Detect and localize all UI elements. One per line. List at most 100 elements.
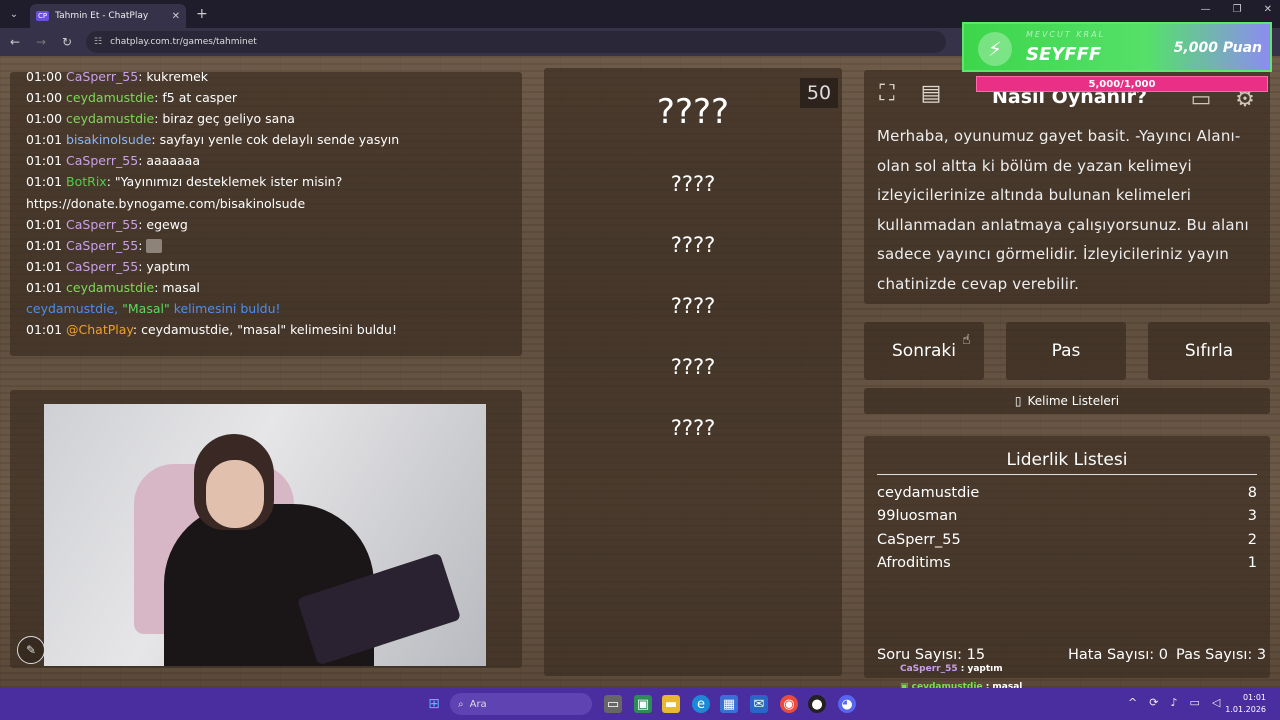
chat-time: 01:00 <box>26 90 63 106</box>
back-arrow-icon[interactable]: ← <box>8 35 22 49</box>
king-name: SEYFFF <box>1026 44 1102 65</box>
chat-time: 01:01 <box>26 279 63 295</box>
chat-message: 01:01 CaSperr_55: <box>26 235 506 256</box>
leaderboard-row: ceydamustdie 8 <box>877 485 1257 501</box>
emote-icon <box>146 239 163 254</box>
window-controls: — ❐ ✕ <box>1201 4 1272 15</box>
leaderboard-row: CaSperr_55 2 <box>877 532 1257 548</box>
chat-message: 01:01 bisakinolsude: sayfayı yenle cok d… <box>26 129 506 150</box>
reset-button[interactable]: Sıfırla <box>1148 322 1270 380</box>
chat-user[interactable]: ceydamustdie <box>66 111 154 126</box>
microphone-icon[interactable]: ♪ <box>1170 696 1177 709</box>
mouse-cursor-icon: ☝ <box>962 332 971 348</box>
overlay-chat-user: CaSperr_55 <box>900 664 958 674</box>
error-count: Hata Sayısı: 0 <box>1068 647 1168 663</box>
chat-list: 01:00 CaSperr_55: kukremek 01:00 ceydamus… <box>26 72 506 298</box>
edge-icon[interactable]: e <box>692 695 710 713</box>
maximize-icon[interactable]: ❐ <box>1233 4 1242 15</box>
chat-time: 01:01 <box>26 216 63 232</box>
king-points: 5,000 Puan <box>1173 40 1262 56</box>
sync-icon[interactable]: ⟳ <box>1149 696 1158 709</box>
current-king-overlay: ⚡ MEVCUT KRAL SEYFFF 5,000 Puan <box>962 22 1272 72</box>
reload-icon[interactable]: ↻ <box>60 35 74 49</box>
discord-icon[interactable]: ◕ <box>838 695 856 713</box>
chat-text: : kukremek <box>138 72 209 84</box>
chat-text: : masal <box>154 279 200 295</box>
king-progress-bar: 5,000/1,000 <box>976 76 1268 92</box>
notes-icon[interactable]: ▤ <box>916 78 946 108</box>
system-text: kelimesini buldu! <box>169 301 281 317</box>
chat-time: 01:01 <box>26 322 63 338</box>
chrome-icon[interactable]: ◉ <box>780 695 798 713</box>
chat-user[interactable]: bisakinolsude <box>66 132 151 147</box>
chat-user[interactable]: CaSperr_55 <box>66 217 138 232</box>
main-word: ???? <box>656 92 730 132</box>
pencil-icon[interactable]: ✎ <box>17 636 45 664</box>
site-info-icon[interactable]: ☷ <box>94 37 102 47</box>
chat-user[interactable]: CaSperr_55 <box>66 238 138 253</box>
chat-text: : aaaaaaa <box>138 153 200 169</box>
chat-time: 01:01 <box>26 174 63 190</box>
windows-start-icon[interactable]: ⊞ <box>426 696 442 712</box>
widgets-icon[interactable]: ▣ <box>634 695 652 713</box>
leader-score: 2 <box>1247 532 1257 548</box>
tab-favicon: CP <box>36 11 50 21</box>
taboo-word: ???? <box>670 172 716 196</box>
close-window-icon[interactable]: ✕ <box>1264 4 1272 15</box>
new-tab-plus-icon[interactable]: + <box>196 6 208 22</box>
chat-time: 01:00 <box>26 72 63 84</box>
chat-time: 01:01 <box>26 258 63 274</box>
chat-user[interactable]: ceydamustdie <box>66 280 154 295</box>
chat-message-last: 01:01 @ChatPlay: ceydamustdie, "masal" k… <box>26 319 506 340</box>
overlay-chat-line-1: CaSperr_55 : yaptım <box>900 664 1003 674</box>
chat-user[interactable]: CaSperr_55 <box>66 259 138 274</box>
chat-message: 01:00 CaSperr_55: kukremek <box>26 72 506 87</box>
leader-name: ceydamustdie <box>877 485 980 501</box>
chat-user[interactable]: CaSperr_55 <box>66 153 138 168</box>
pass-button[interactable]: Pas <box>1006 322 1126 380</box>
browser-tab[interactable]: CP Tahmin Et - ChatPlay ✕ <box>30 4 186 28</box>
chat-message: 01:00 ceydamustdie: f5 at casper <box>26 87 506 108</box>
leader-name: CaSperr_55 <box>877 532 961 548</box>
chat-text: : <box>138 237 147 253</box>
volume-icon[interactable]: ◁ <box>1212 696 1220 709</box>
tray-chevron-up-icon[interactable]: ^ <box>1128 696 1137 709</box>
leaderboard-row: 99luosman 3 <box>877 508 1257 524</box>
chat-user: @ChatPlay <box>66 322 133 338</box>
fullscreen-expand-icon[interactable]: ⛶ <box>872 78 902 108</box>
obs-icon[interactable]: ● <box>808 695 826 713</box>
taboo-word: ???? <box>670 416 716 440</box>
chat-message: 01:01 CaSperr_55: egewg <box>26 214 506 235</box>
taskbar-clock[interactable]: 01:01 1.01.2026 <box>1225 692 1266 716</box>
store-icon[interactable]: ▦ <box>720 695 738 713</box>
next-button[interactable]: Sonraki <box>864 322 984 380</box>
chat-user[interactable]: BotRix <box>66 174 107 189</box>
mail-icon[interactable]: ✉ <box>750 695 768 713</box>
chat-panel: 01:00 CaSperr_55: kukremek 01:00 ceydamus… <box>10 72 522 356</box>
leader-name: 99luosman <box>877 508 958 524</box>
windows-taskbar: ⊞ ⌕ Ara ▭ ▣ ▬ e ▦ ✉ ◉ ● ◕ ^ ⟳ ♪ ▭ ◁ 01:0… <box>0 688 1280 720</box>
chat-user[interactable]: CaSperr_55 <box>66 72 138 84</box>
word-lists-button[interactable]: ▯ Kelime Listeleri <box>864 388 1270 414</box>
chat-user[interactable]: ceydamustdie <box>66 90 154 105</box>
taskbar-search[interactable]: ⌕ Ara <box>450 693 592 715</box>
minimize-icon[interactable]: — <box>1201 4 1211 15</box>
url-field[interactable]: ☷ chatplay.com.tr/games/tahminet <box>86 31 946 53</box>
chat-text: : egewg <box>138 216 188 232</box>
task-view-icon[interactable]: ▭ <box>604 695 622 713</box>
tab-list-chevron-icon[interactable]: ⌄ <box>4 4 24 24</box>
clock-time: 01:01 <box>1242 693 1266 702</box>
file-explorer-icon[interactable]: ▬ <box>662 695 680 713</box>
chat-text: : biraz geç geliyo sana <box>154 111 295 127</box>
bolt-icon: ⚡ <box>978 32 1012 66</box>
leader-name: Afroditims <box>877 555 951 571</box>
search-icon: ⌕ <box>458 698 464 710</box>
cam-face <box>206 460 264 528</box>
taboo-word: ???? <box>670 294 716 318</box>
tab-close-icon[interactable]: ✕ <box>172 11 180 22</box>
forward-arrow-icon[interactable]: → <box>34 35 48 49</box>
clock-date: 1.01.2026 <box>1225 705 1266 714</box>
system-word: "Masal" <box>122 301 170 317</box>
network-icon[interactable]: ▭ <box>1189 696 1199 709</box>
chat-time: 01:00 <box>26 111 63 127</box>
